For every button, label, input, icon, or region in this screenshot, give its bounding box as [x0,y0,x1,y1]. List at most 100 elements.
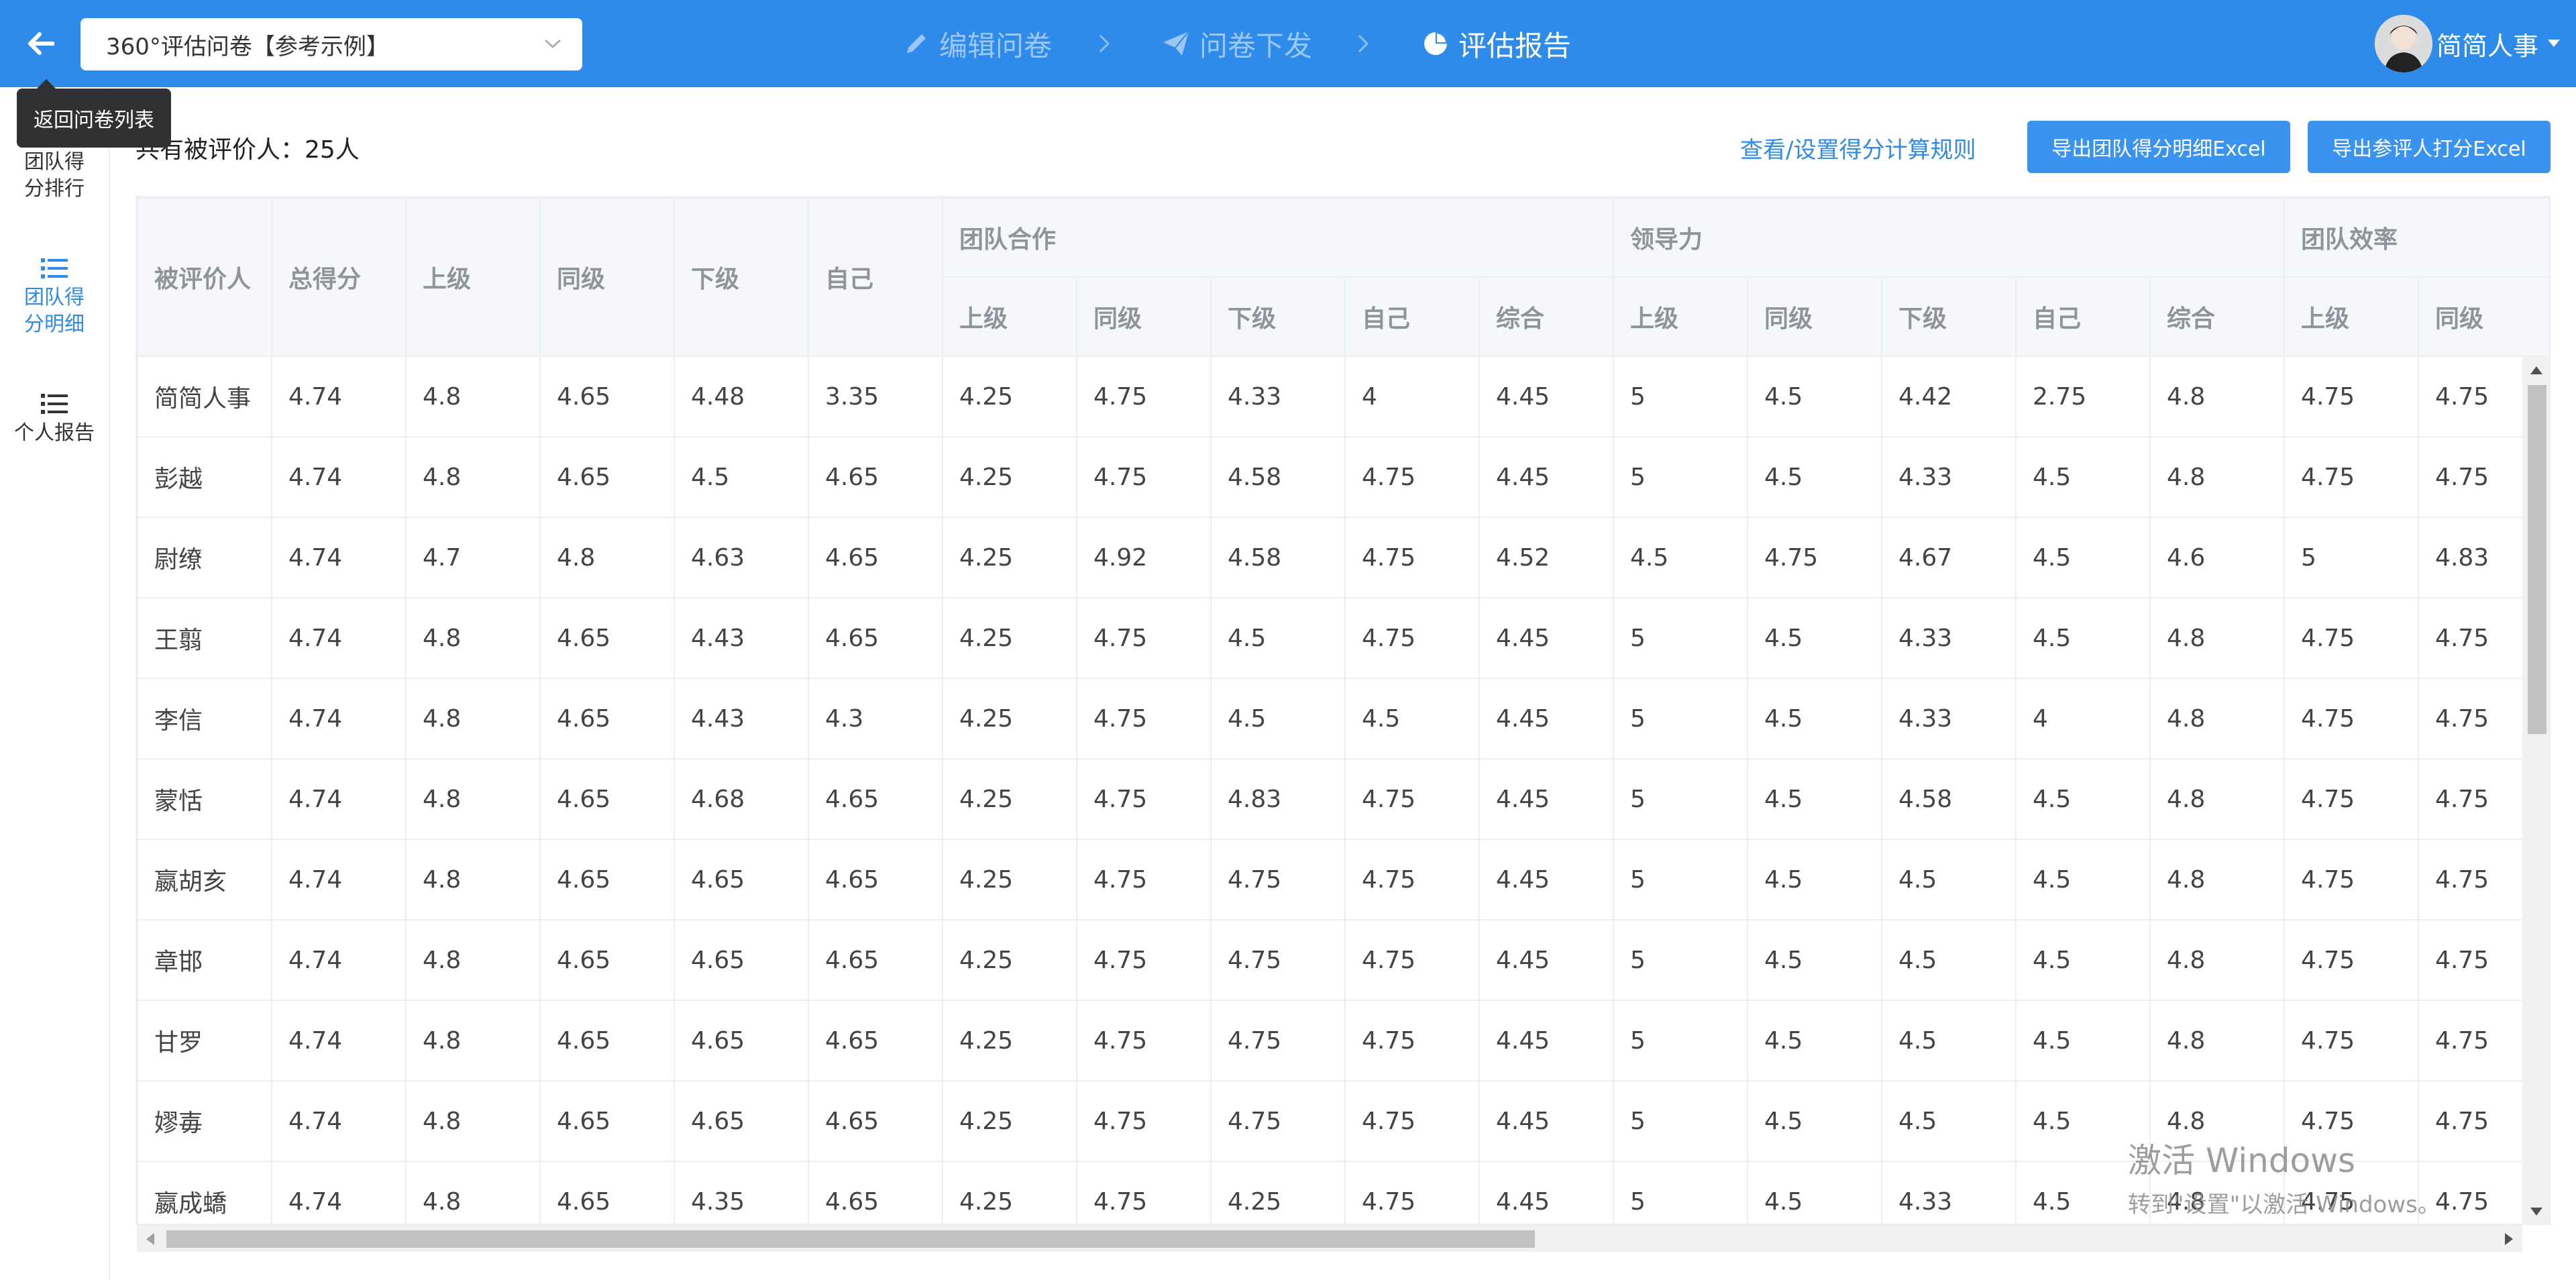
score-cell: 4.45 [1478,356,1615,437]
column-header: 被评价人 [137,197,272,357]
score-cell: 4.75 [1344,597,1480,679]
sidebar-item-team-detail[interactable]: 团队得分明细 [0,256,109,338]
scroll-thumb[interactable] [2528,385,2546,734]
horizontal-scrollbar[interactable] [137,1225,2522,1252]
survey-select[interactable]: 360°评估问卷【参考示例】 [80,18,582,70]
step-distribute[interactable]: 问卷下发 [1162,0,1312,87]
score-cell: 4.33 [1881,436,2017,518]
score-cell: 4.8 [2149,758,2286,840]
score-cell: 5 [2284,517,2420,598]
score-cell: 4.74 [271,839,407,920]
scroll-up-arrow-icon[interactable] [2530,366,2542,374]
list-icon [41,394,68,414]
table-row: 嬴胡亥 4.74 4.8 4.65 4.65 4.65 4.25 4.75 4.75 4.75 4.… [137,839,2549,920]
column-header: 总得分 [271,197,407,357]
score-cell: 4.33 [1210,356,1346,437]
score-cell: 4.42 [1881,356,2017,437]
score-cell: 5 [1613,356,1749,437]
score-cell: 4.65 [808,919,943,1001]
score-cell: 4.75 [1344,839,1480,920]
score-cell: 4 [2015,678,2151,759]
scroll-left-arrow-icon[interactable] [146,1233,154,1245]
top-bar: 360°评估问卷【参考示例】 编辑问卷 问卷下发 评估报告 简简人事 [0,0,2576,87]
score-cell: 4.45 [1478,1000,1615,1081]
score-cell: 4.75 [1344,436,1480,518]
scroll-thumb[interactable] [166,1230,1535,1248]
evaluatee-name-cell: 嬴成蟜 [137,1161,272,1224]
score-cell: 4.65 [539,919,675,1001]
score-cell: 4.5 [1747,356,1883,437]
score-cell: 5 [1613,1000,1749,1081]
table-row: 彭越 4.74 4.8 4.65 4.5 4.65 4.25 4.75 4.58 4.75 4.45… [137,436,2549,518]
step-edit[interactable]: 编辑问卷 [903,0,1052,87]
watermark-subtitle: 转到"设置"以激活 Windows。 [2128,1191,2440,1218]
score-cell: 4.65 [539,758,675,840]
windows-activation-watermark: 激活 Windows 转到"设置"以激活 Windows。 [2128,1134,2440,1219]
column-header: 上级 [2284,276,2420,357]
score-cell: 4.52 [1478,517,1615,598]
score-cell: 4.25 [942,356,1077,437]
score-cell: 4.5 [1210,678,1346,759]
score-cell: 4.65 [539,839,675,920]
survey-select-value: 360°评估问卷【参考示例】 [106,33,389,60]
scroll-right-arrow-icon[interactable] [2505,1233,2513,1245]
score-cell: 4.25 [942,758,1077,840]
score-cell: 4.5 [1747,919,1883,1001]
score-cell: 4.5 [1881,1080,2017,1162]
step-edit-label: 编辑问卷 [939,29,1053,62]
score-rules-link[interactable]: 查看/设置得分计算规则 [1740,131,1976,164]
sidebar-item-label: 团队得分明细 [24,286,85,336]
back-button[interactable] [17,19,64,68]
score-cell: 4.75 [1076,678,1212,759]
score-cell: 4.75 [2284,758,2420,840]
export-team-detail-button[interactable]: 导出团队得分明细Excel [2027,121,2290,173]
evaluatee-name-cell: 蒙恬 [137,758,272,840]
user-name: 简简人事 [2436,31,2539,61]
evaluatee-name-cell: 王翦 [137,597,272,679]
score-cell: 4.5 [2015,919,2151,1001]
group-header: 团队合作 [941,197,1615,278]
step-report[interactable]: 评估报告 [1422,0,1571,87]
evaluatee-name-cell: 甘罗 [137,1000,272,1081]
score-cell: 4.65 [808,436,943,518]
score-cell: 4.75 [1210,839,1346,920]
score-cell: 4.74 [271,919,407,1001]
score-cell: 4.8 [2149,839,2286,920]
score-cell: 2.75 [2015,356,2151,437]
sidebar-item-personal-report[interactable]: 个人报告 [0,392,109,447]
score-cell: 4.5 [1881,839,2017,920]
evaluatee-name-cell: 嬴胡亥 [137,839,272,920]
score-cell: 4.5 [2015,436,2151,518]
score-cell: 4.43 [674,597,809,679]
score-cell: 4.65 [539,678,675,759]
score-cell: 4.65 [808,517,943,598]
user-menu[interactable]: 简简人事 [2375,15,2561,72]
score-cell: 4.45 [1478,919,1615,1001]
evaluatee-name-cell: 彭越 [137,436,272,518]
score-cell: 4.63 [674,517,809,598]
score-cell: 4.75 [2284,919,2420,1001]
evaluatee-name-cell: 李信 [137,678,272,759]
table-row: 李信 4.74 4.8 4.65 4.43 4.3 4.25 4.75 4.5 4.5 4.45 5 4… [137,678,2549,759]
score-cell: 4.75 [2284,597,2420,679]
score-cell: 4.25 [942,1000,1077,1081]
score-cell: 4.8 [2149,678,2286,759]
score-cell: 4.48 [674,356,809,437]
score-cell: 4.75 [1210,1000,1346,1081]
column-header: 同级 [1747,276,1883,357]
score-cell: 4.65 [808,597,943,679]
score-cell: 4.5 [1747,678,1883,759]
score-cell: 4.5 [1747,1000,1883,1081]
vertical-scrollbar[interactable] [2522,357,2549,1225]
column-header: 下级 [674,197,809,357]
scroll-down-arrow-icon[interactable] [2530,1208,2542,1216]
score-cell: 5 [1613,1161,1749,1224]
score-cell: 4.65 [539,1000,675,1081]
export-rater-scores-button[interactable]: 导出参评人打分Excel [2308,121,2551,173]
score-cell: 4.3 [808,678,943,759]
back-tooltip: 返回问卷列表 [17,79,171,148]
column-header: 下级 [1210,276,1346,357]
score-cell: 4.65 [539,1080,675,1162]
score-cell: 4.25 [942,517,1077,598]
sidebar-item-label: 团队得分排行 [24,150,85,201]
